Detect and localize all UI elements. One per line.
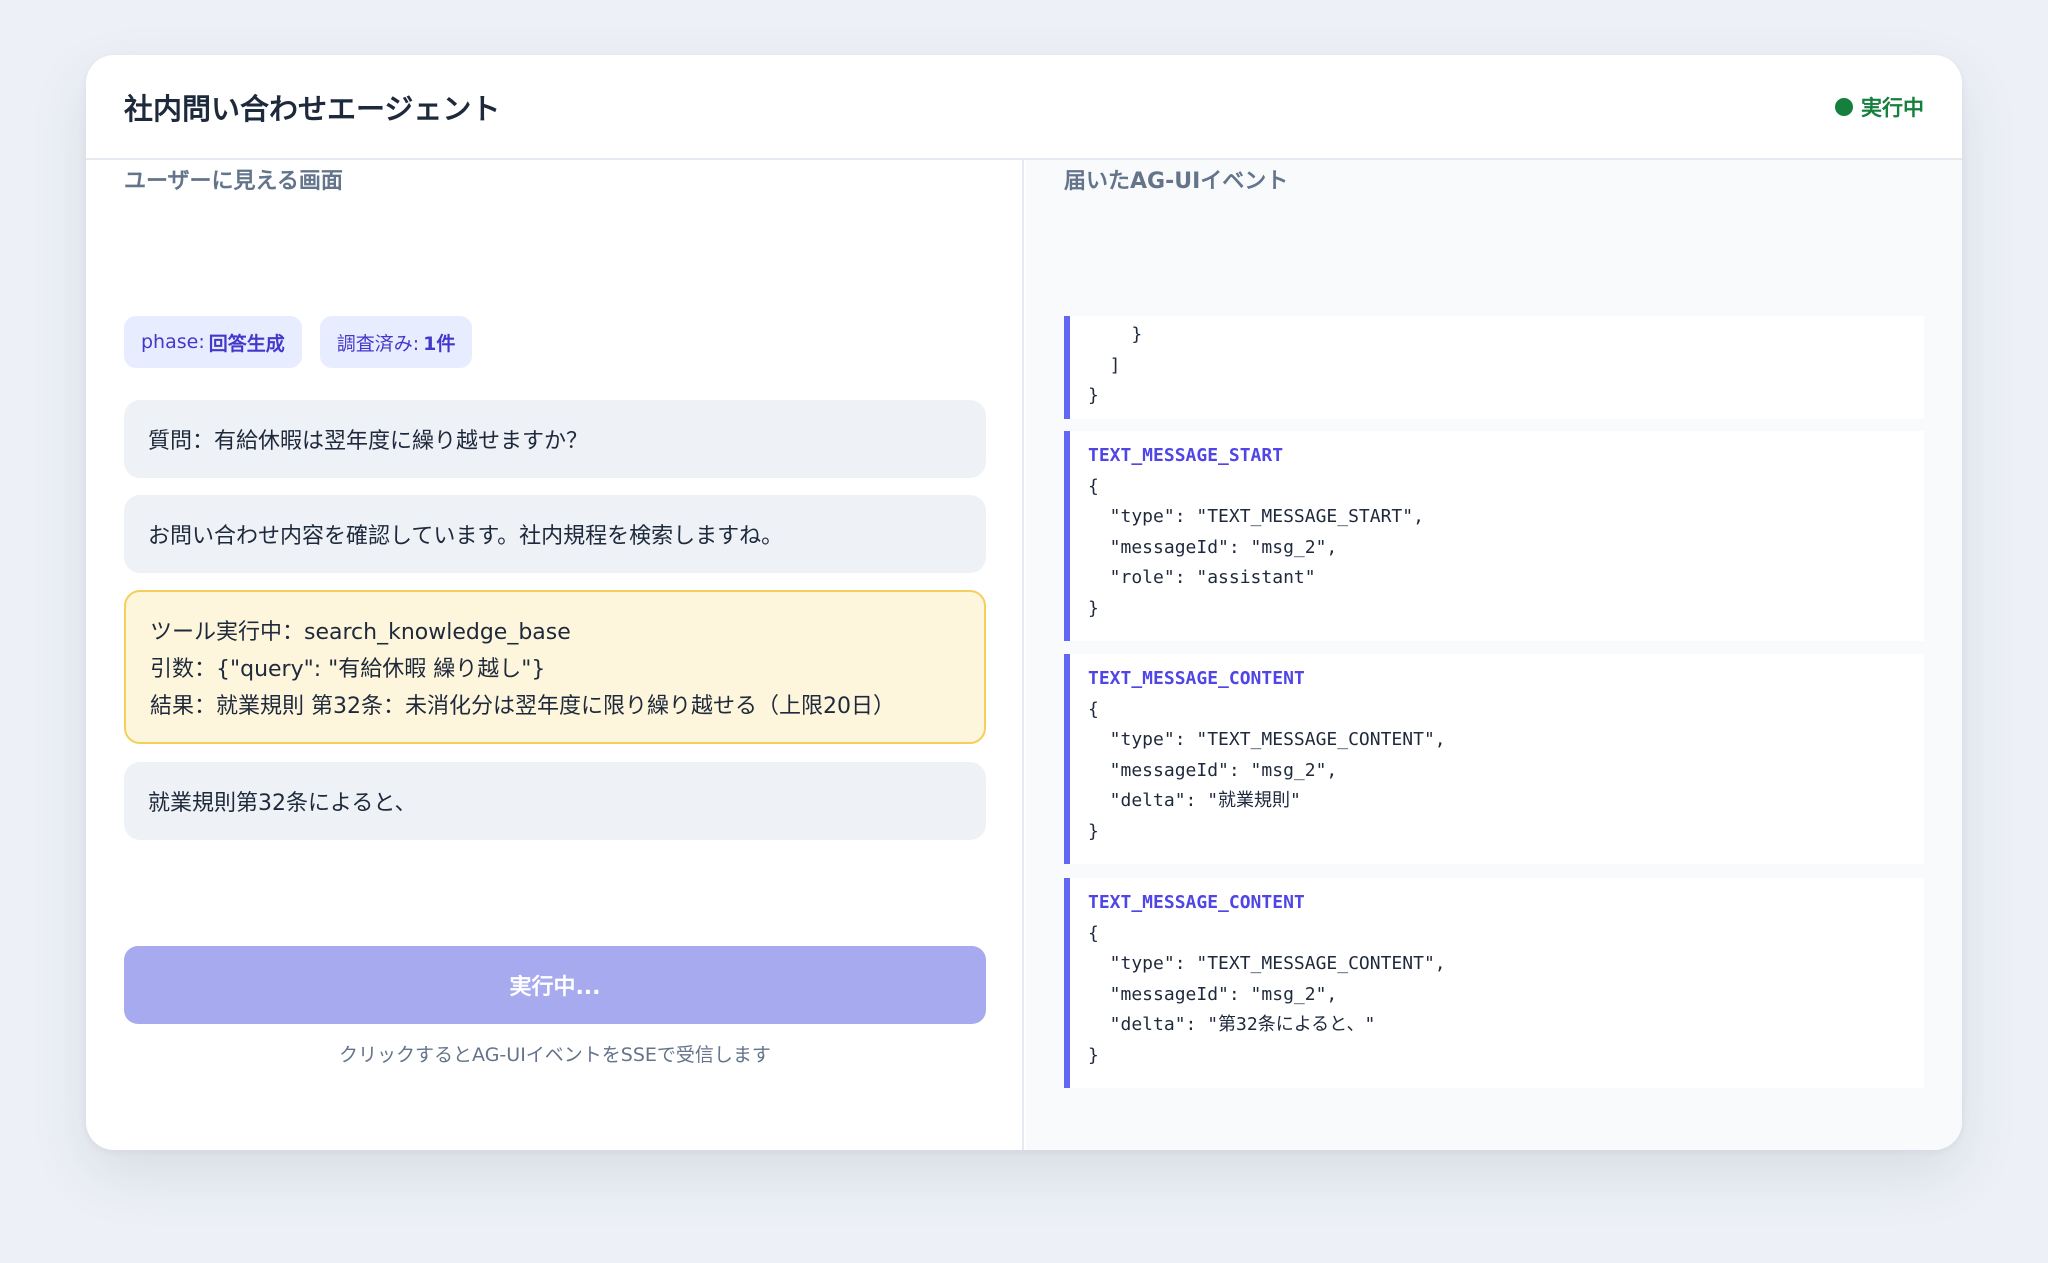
tool-args-line: 引数：{"query": "有給休暇 繰り越し"} xyxy=(150,657,546,682)
event-log-panel: 届いたAG-UIイベント } ] } TEXT_MESSAGE_START { "… xyxy=(1026,160,1962,1150)
user-question-message: 質問：有給休暇は翌年度に繰り越せますか？ xyxy=(124,400,986,478)
researched-chip-label: 調査済み: xyxy=(336,332,420,355)
status-indicator: 実行中 xyxy=(1835,92,1924,122)
phase-chip-label: phase: xyxy=(141,331,205,353)
event-name: TEXT_MESSAGE_CONTENT xyxy=(1088,668,1305,689)
event-name: TEXT_MESSAGE_CONTENT xyxy=(1088,892,1305,913)
assistant-answer-message: 就業規則第32条によると、 xyxy=(124,762,986,840)
event-item: TEXT_MESSAGE_CONTENT { "type": "TEXT_MESS… xyxy=(1064,878,1924,1088)
run-button[interactable]: 実行中... xyxy=(124,946,986,1024)
header: 社内問い合わせエージェント 実行中 xyxy=(86,55,1962,160)
status-dot-icon xyxy=(1835,97,1853,116)
state-chips: phase: 回答生成 調査済み: 1件 xyxy=(124,316,473,368)
tool-result-line: 結果：就業規則 第32条：未消化分は翌年度に限り繰り越せる（上限20日） xyxy=(150,694,895,719)
event-body: { "type": "TEXT_MESSAGE_CONTENT", "messa… xyxy=(1088,698,1446,842)
event-name: TEXT_MESSAGE_START xyxy=(1088,445,1284,466)
event-item: TEXT_MESSAGE_CONTENT { "type": "TEXT_MESS… xyxy=(1064,654,1924,864)
event-item: } ] } xyxy=(1064,316,1924,419)
user-view-title: ユーザーに見える画面 xyxy=(124,169,343,194)
event-body: { "type": "TEXT_MESSAGE_CONTENT", "messa… xyxy=(1088,922,1446,1066)
event-item: TEXT_MESSAGE_START { "type": "TEXT_MESSAG… xyxy=(1064,431,1924,641)
status-text: 実行中 xyxy=(1861,95,1924,120)
tool-running-line: ツール実行中：search_knowledge_base xyxy=(150,620,571,645)
app-title: 社内問い合わせエージェント xyxy=(124,91,501,126)
user-view-panel: ユーザーに見える画面 phase: 回答生成 調査済み: 1件 質問：有給休暇は… xyxy=(86,160,1024,1150)
phase-chip-value: 回答生成 xyxy=(208,332,285,355)
phase-chip: phase: 回答生成 xyxy=(124,316,302,368)
researched-chip-value: 1件 xyxy=(423,332,456,355)
assistant-intro-message: お問い合わせ内容を確認しています。社内規程を検索しますね。 xyxy=(124,495,986,573)
event-body: } ] } xyxy=(1088,324,1143,407)
tool-call-card: ツール実行中：search_knowledge_base 引数：{"query"… xyxy=(124,590,986,744)
event-log-title: 届いたAG-UIイベント xyxy=(1064,169,1289,194)
researched-chip: 調査済み: 1件 xyxy=(319,316,473,368)
run-hint: クリックするとAG-UIイベントをSSEで受信します xyxy=(339,1044,771,1066)
event-body: { "type": "TEXT_MESSAGE_START", "message… xyxy=(1088,475,1424,619)
app-window: 社内問い合わせエージェント 実行中 ユーザーに見える画面 phase: 回答生成… xyxy=(86,55,1962,1150)
